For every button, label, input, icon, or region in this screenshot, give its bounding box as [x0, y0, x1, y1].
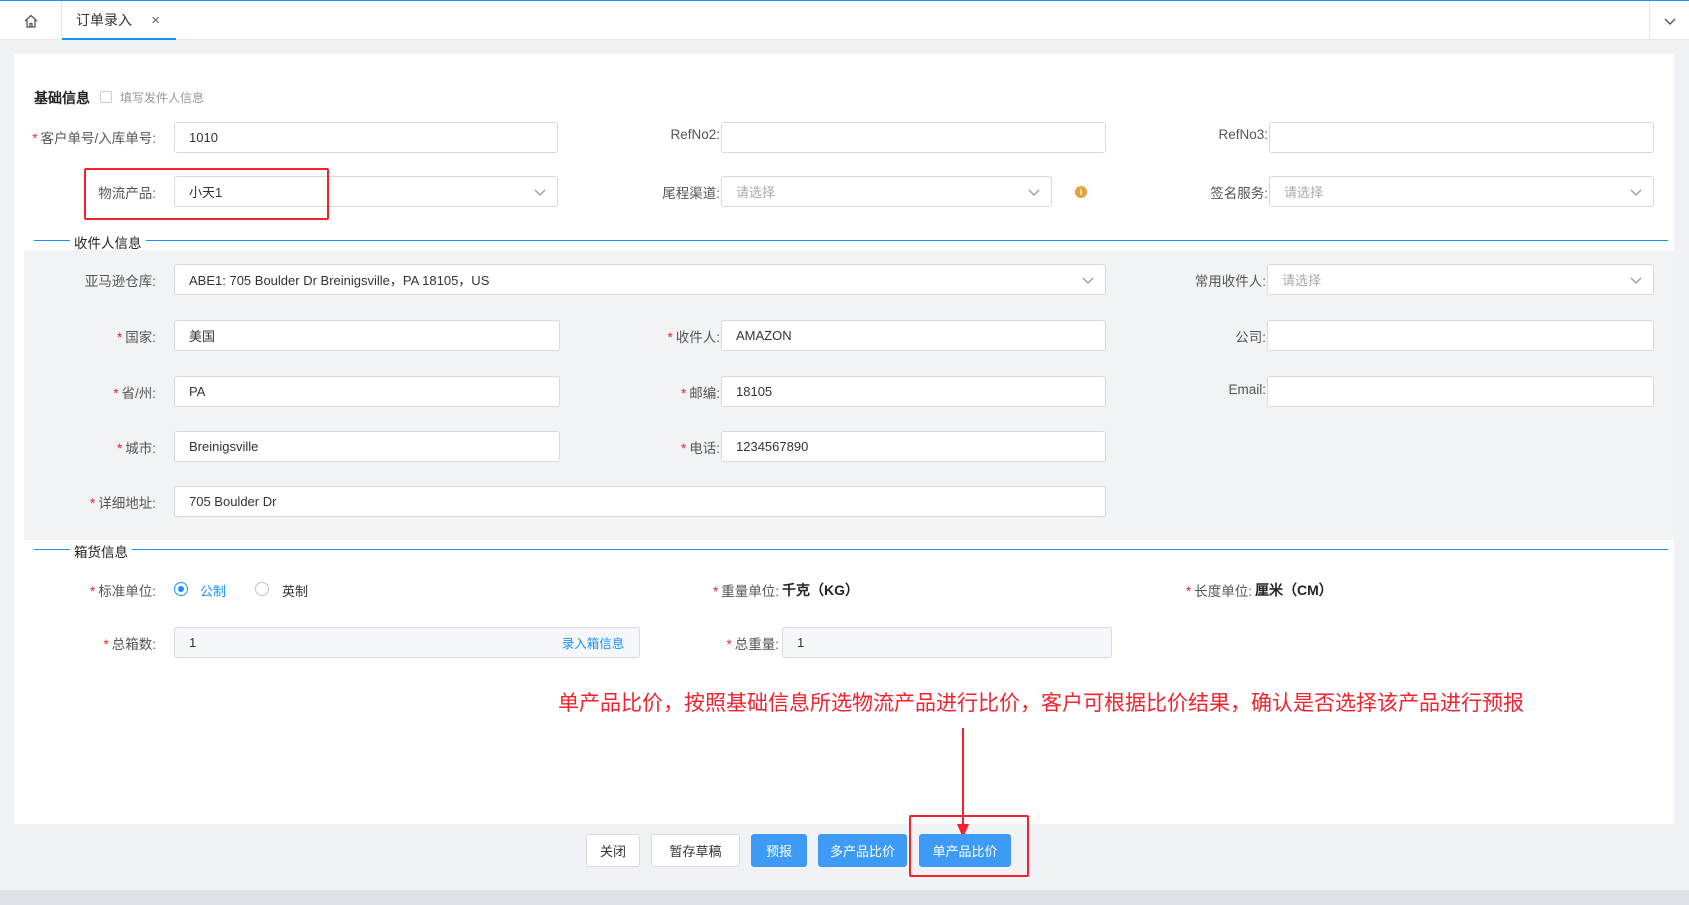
tab-label: 订单录入	[76, 11, 132, 28]
info-icon[interactable]: i	[1075, 186, 1087, 198]
weight-unit-value: 千克（KG）	[782, 582, 859, 598]
total-boxes-input[interactable]: 1	[174, 627, 548, 658]
receiver-name-label: * 收件人:	[667, 330, 720, 345]
sender-info-checkbox[interactable]	[100, 91, 112, 103]
refno2-label: RefNo2:	[670, 127, 720, 142]
total-weight-input[interactable]: 1	[782, 627, 1112, 658]
receiver-name-input[interactable]: AMAZON	[721, 320, 1106, 351]
tab-home[interactable]	[0, 1, 62, 40]
refno3-label: RefNo3:	[1218, 127, 1268, 142]
common-receiver-select[interactable]: 请选择	[1267, 264, 1654, 295]
unit-metric-radio[interactable]	[174, 582, 188, 596]
company-label: 公司:	[1235, 330, 1266, 345]
zip-label: * 邮编:	[680, 386, 720, 401]
box-info-title: 箱货信息	[70, 541, 132, 561]
order-form-page: 基础信息 填写发件人信息 * 客户单号/入库单号: 1010 RefNo2: Re…	[14, 54, 1674, 838]
amazon-warehouse-label: 亚马逊仓库:	[84, 274, 156, 289]
bottom-strip	[0, 890, 1689, 905]
receiver-divider	[34, 240, 1668, 241]
highlight-single-compare-box	[909, 815, 1029, 877]
chevron-down-icon	[534, 189, 546, 196]
chevron-down-icon	[1630, 189, 1642, 196]
chevron-down-icon	[1082, 277, 1094, 284]
multi-product-compare-button[interactable]: 多产品比价	[818, 834, 907, 867]
basic-info-title: 基础信息	[34, 90, 90, 106]
tab-menu-button[interactable]	[1649, 1, 1689, 40]
forecast-button[interactable]: 预报	[751, 834, 807, 867]
unit-imperial-radio[interactable]	[255, 582, 269, 596]
enter-box-info-button[interactable]: 录入箱信息	[547, 627, 640, 658]
tab-order-entry[interactable]: 订单录入 ×	[62, 1, 176, 40]
address-label: * 详细地址:	[89, 496, 156, 511]
sender-info-checkbox-label: 填写发件人信息	[120, 91, 205, 105]
amazon-warehouse-select[interactable]: ABE1: 705 Boulder Dr Breinigsville，PA 18…	[174, 264, 1106, 295]
common-receiver-label: 常用收件人:	[1194, 274, 1266, 289]
city-label: * 城市:	[116, 441, 156, 456]
company-input[interactable]	[1267, 320, 1654, 351]
save-draft-button[interactable]: 暂存草稿	[651, 834, 740, 867]
box-divider	[34, 549, 1668, 550]
home-icon	[24, 14, 37, 28]
email-input[interactable]	[1267, 376, 1654, 407]
zip-input[interactable]: 18105	[721, 376, 1106, 407]
weight-unit-label: * 重量单位:	[712, 584, 779, 599]
tail-channel-select[interactable]: 请选择	[721, 176, 1052, 207]
tail-channel-label: 尾程渠道:	[662, 186, 720, 201]
customer-no-input[interactable]: 1010	[174, 122, 558, 153]
close-icon[interactable]: ×	[151, 12, 160, 29]
chevron-down-icon	[1630, 277, 1642, 284]
country-input[interactable]: 美国	[174, 320, 560, 351]
chevron-down-icon	[1664, 18, 1675, 25]
total-boxes-label: * 总箱数:	[103, 637, 156, 652]
sign-service-select[interactable]: 请选择	[1269, 176, 1654, 207]
city-input[interactable]: Breinigsville	[174, 431, 560, 462]
tab-bar: 订单录入 ×	[0, 0, 1689, 40]
phone-input[interactable]: 1234567890	[721, 431, 1106, 462]
annotation-text: 单产品比价，按照基础信息所选物流产品进行比价，客户可根据比价结果，确认是否选择该…	[558, 692, 1524, 715]
country-label: * 国家:	[116, 330, 156, 345]
refno3-input[interactable]	[1269, 122, 1654, 153]
chevron-down-icon	[1028, 189, 1040, 196]
highlight-logistics-box	[84, 168, 329, 220]
address-input[interactable]: 705 Boulder Dr	[174, 486, 1106, 517]
length-unit-value: 厘米（CM）	[1255, 582, 1333, 598]
state-label: * 省/州:	[113, 386, 156, 401]
state-input[interactable]: PA	[174, 376, 560, 407]
total-weight-label: * 总重量:	[726, 637, 779, 652]
divider-lead	[34, 240, 54, 241]
refno2-input[interactable]	[721, 122, 1106, 153]
sign-service-label: 签名服务:	[1210, 186, 1268, 201]
unit-imperial-label: 英制	[282, 584, 309, 599]
phone-label: * 电话:	[680, 441, 720, 456]
standard-unit-label: * 标准单位:	[89, 584, 156, 599]
length-unit-label: * 长度单位:	[1185, 584, 1252, 599]
customer-no-label: * 客户单号/入库单号:	[32, 131, 156, 146]
email-label: Email:	[1228, 382, 1266, 397]
close-button[interactable]: 关闭	[586, 834, 640, 867]
receiver-info-title: 收件人信息	[70, 232, 146, 252]
unit-metric-label: 公制	[200, 584, 227, 599]
